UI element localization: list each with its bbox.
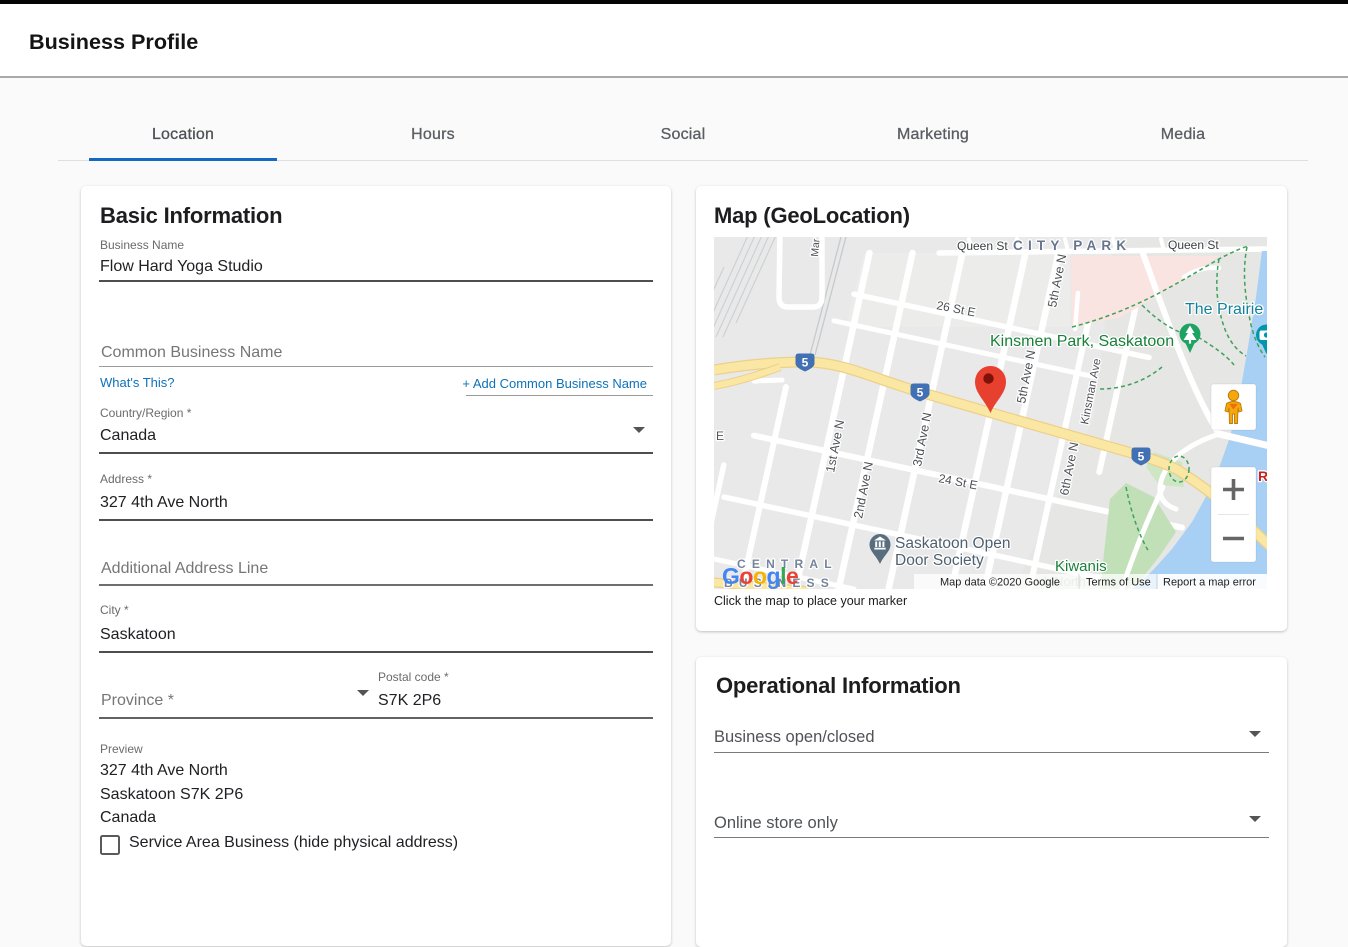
- svg-text:Kiwanis: Kiwanis: [1055, 558, 1107, 575]
- svg-text:5: 5: [917, 386, 924, 400]
- svg-text:E: E: [716, 429, 724, 443]
- svg-text:Door Society: Door Society: [895, 552, 984, 569]
- svg-text:Saskatoon Open: Saskatoon Open: [895, 535, 1010, 552]
- svg-text:5: 5: [802, 356, 809, 370]
- svg-text:CITY PARK: CITY PARK: [1013, 238, 1131, 253]
- svg-text:Mar: Mar: [809, 238, 823, 258]
- svg-text:Queen St: Queen St: [957, 239, 1008, 253]
- svg-text:5: 5: [1138, 450, 1145, 464]
- svg-text:Kinsmen Park, Saskatoon: Kinsmen Park, Saskatoon: [990, 333, 1174, 350]
- svg-text:Google: Google: [722, 563, 798, 589]
- svg-text:Report a map error: Report a map error: [1163, 577, 1256, 589]
- svg-text:The Prairie: The Prairie: [1185, 301, 1263, 318]
- svg-text:Terms of Use: Terms of Use: [1086, 577, 1151, 589]
- svg-text:R: R: [1258, 468, 1267, 484]
- svg-text:Map data ©2020 Google: Map data ©2020 Google: [940, 577, 1060, 589]
- svg-text:Queen St: Queen St: [1168, 238, 1219, 252]
